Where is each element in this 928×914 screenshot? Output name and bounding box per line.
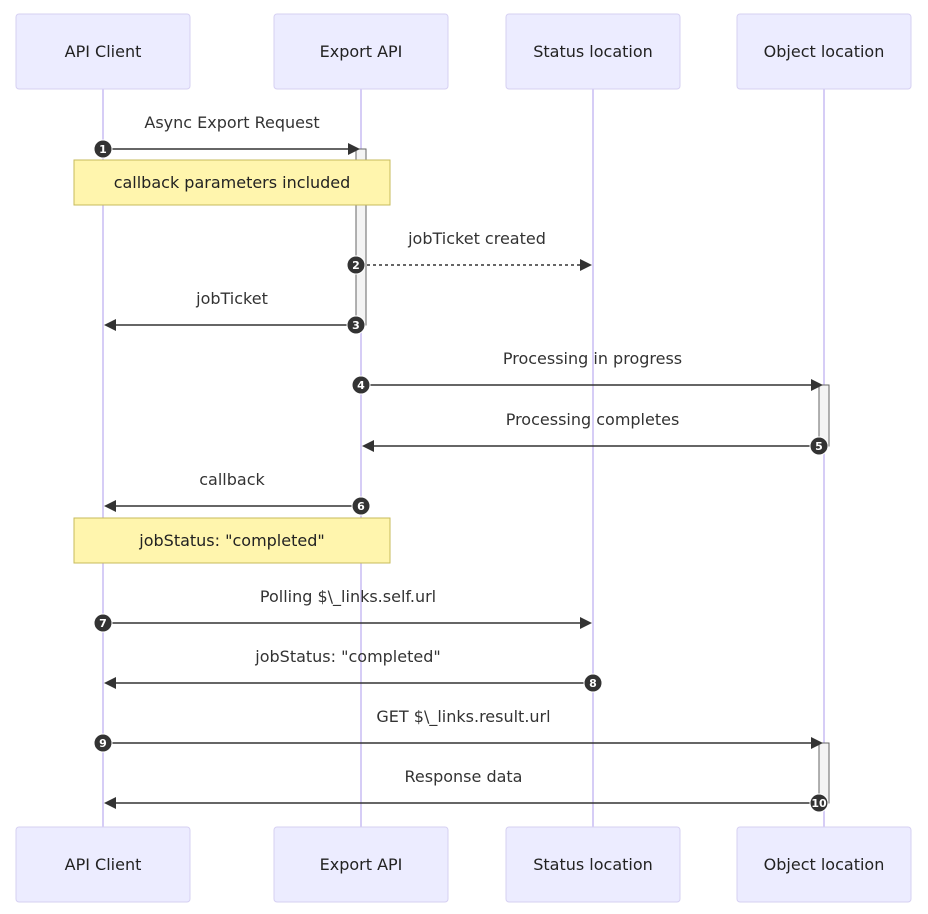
message-8: jobStatus: "completed" 8 xyxy=(104,647,603,693)
note-text: jobStatus: "completed" xyxy=(138,531,324,550)
message-9: GET $\_links.result.url 9 xyxy=(93,707,823,753)
actor-client-bottom: API Client xyxy=(15,826,191,903)
arrowhead-icon xyxy=(104,500,116,512)
actor-label: Object location xyxy=(764,855,885,874)
arrowhead-icon xyxy=(580,617,592,629)
sequence-number: 6 xyxy=(357,500,365,513)
message-5: Processing completes 5 xyxy=(362,410,829,456)
message-2: jobTicket created 2 xyxy=(346,229,592,275)
note: jobStatus: "completed" xyxy=(73,517,391,564)
arrowhead-icon xyxy=(104,677,116,689)
arrowhead-icon xyxy=(580,259,592,271)
sequence-number: 2 xyxy=(352,259,360,272)
actor-object-top: Object location xyxy=(736,13,912,90)
sequence-number: 10 xyxy=(811,797,827,810)
sequence-number: 9 xyxy=(99,737,107,750)
note: callback parameters included xyxy=(73,159,391,206)
sequence-number: 3 xyxy=(352,319,360,332)
actor-label: API Client xyxy=(65,42,142,61)
actor-export-top: Export API xyxy=(273,13,449,90)
message-1: Async Export Request 1 xyxy=(93,113,360,159)
message-6: callback 6 xyxy=(104,470,371,516)
actor-label: Export API xyxy=(320,42,403,61)
actor-object-bottom: Object location xyxy=(736,826,912,903)
actor-label: Object location xyxy=(764,42,885,61)
message-label: Processing in progress xyxy=(503,349,682,368)
actor-status-bottom: Status location xyxy=(505,826,681,903)
arrowhead-icon xyxy=(104,319,116,331)
sequence-number: 4 xyxy=(357,379,365,392)
sequence-number: 8 xyxy=(589,677,597,690)
message-7: Polling $\_links.self.url 7 xyxy=(93,587,592,633)
message-label: Polling $\_links.self.url xyxy=(260,587,436,607)
message-label: GET $\_links.result.url xyxy=(376,707,550,727)
message-label: callback xyxy=(199,470,265,489)
sequence-number: 1 xyxy=(99,143,107,156)
actor-label: Status location xyxy=(533,855,653,874)
notes: callback parameters included jobStatus: "… xyxy=(73,159,391,564)
message-label: Response data xyxy=(405,767,523,786)
actor-status-top: Status location xyxy=(505,13,681,90)
message-label: jobTicket created xyxy=(407,229,546,248)
actor-export-bottom: Export API xyxy=(273,826,449,903)
actor-client-top: API Client xyxy=(15,13,191,90)
message-label: Async Export Request xyxy=(144,113,319,132)
actor-label: API Client xyxy=(65,855,142,874)
actor-label: Export API xyxy=(320,855,403,874)
actor-label: Status location xyxy=(533,42,653,61)
sequence-number: 7 xyxy=(99,617,107,630)
message-label: jobTicket xyxy=(195,289,268,308)
arrowhead-icon xyxy=(362,440,374,452)
message-label: Processing completes xyxy=(506,410,680,429)
message-4: Processing in progress 4 xyxy=(351,349,823,395)
arrowhead-icon xyxy=(104,797,116,809)
message-label: jobStatus: "completed" xyxy=(254,647,440,666)
sequence-number: 5 xyxy=(815,440,823,453)
message-3: jobTicket 3 xyxy=(104,289,366,335)
note-text: callback parameters included xyxy=(114,173,351,192)
sequence-diagram: callback parameters included jobStatus: "… xyxy=(15,13,912,903)
messages: Async Export Request1jobTicket created2j… xyxy=(93,113,829,813)
message-10: Response data 10 xyxy=(104,767,829,813)
